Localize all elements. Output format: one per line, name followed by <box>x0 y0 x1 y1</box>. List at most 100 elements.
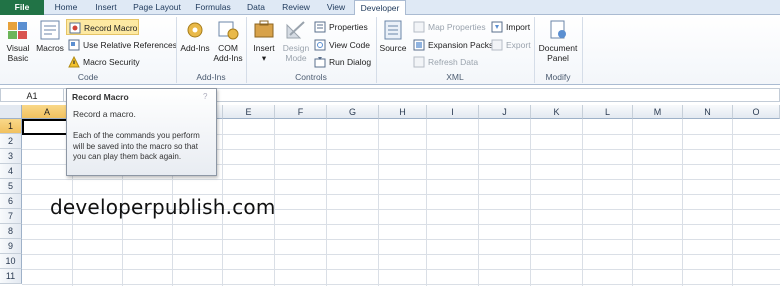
document-panel-button[interactable]: Document Panel <box>536 17 580 63</box>
name-box[interactable]: A1 <box>0 88 64 102</box>
column-header[interactable]: F <box>275 105 327 119</box>
row-header[interactable]: 6 <box>0 194 22 209</box>
grid-line <box>22 254 780 255</box>
map-properties-button[interactable]: Map Properties <box>413 19 486 35</box>
tab-insert[interactable]: Insert <box>88 0 124 15</box>
column-header[interactable]: J <box>479 105 531 119</box>
tab-developer[interactable]: Developer <box>354 0 406 16</box>
toolbox-icon <box>254 20 274 38</box>
row-header[interactable]: 11 <box>0 269 22 284</box>
column-header[interactable]: G <box>327 105 379 119</box>
import-icon <box>491 21 503 33</box>
view-code-label: View Code <box>329 40 370 50</box>
grid-line <box>22 269 780 270</box>
help-icon: ? <box>203 92 208 101</box>
row-header[interactable]: 4 <box>0 164 22 179</box>
watermark-text: developerpublish.com <box>50 195 276 219</box>
grid-line <box>582 119 583 286</box>
record-macro-tooltip: Record Macro ? Record a macro. Each of t… <box>66 88 217 176</box>
column-header[interactable]: I <box>427 105 479 119</box>
grid-line <box>22 224 780 225</box>
warning-icon <box>68 55 80 68</box>
import-label: Import <box>506 22 531 32</box>
macros-button[interactable]: Macros <box>34 17 66 53</box>
visual-basic-label: Visual Basic <box>6 43 30 63</box>
properties-button[interactable]: Properties <box>314 19 368 35</box>
column-header[interactable]: L <box>583 105 633 119</box>
add-ins-group-label: Add-Ins <box>196 72 226 82</box>
tab-data[interactable]: Data <box>240 0 272 15</box>
export-button[interactable]: Export <box>491 37 531 53</box>
row-header[interactable]: 8 <box>0 224 22 239</box>
column-header[interactable]: H <box>379 105 427 119</box>
com-add-ins-label: COM Add-Ins <box>213 43 243 63</box>
run-dialog-button[interactable]: Run Dialog <box>314 54 371 70</box>
column-header[interactable]: K <box>531 105 583 119</box>
expansion-packs-icon <box>413 39 425 51</box>
row-header[interactable]: 3 <box>0 149 22 164</box>
tab-file[interactable]: File <box>0 0 44 15</box>
design-mode-button[interactable]: Design Mode <box>281 17 311 63</box>
grid-line <box>22 179 780 180</box>
row-header[interactable]: 1 <box>0 119 22 134</box>
map-properties-label: Map Properties <box>428 22 486 32</box>
properties-label: Properties <box>329 22 368 32</box>
row-header[interactable]: 2 <box>0 134 22 149</box>
import-button[interactable]: Import <box>491 19 530 35</box>
use-relative-references-button[interactable]: Use Relative References <box>68 37 177 53</box>
row-header[interactable]: 5 <box>0 179 22 194</box>
insert-control-button[interactable]: Insert ▾ <box>249 17 279 63</box>
macro-security-label: Macro Security <box>83 57 140 67</box>
add-ins-icon <box>187 22 203 38</box>
grid-line <box>478 119 479 286</box>
run-dialog-icon <box>314 56 326 68</box>
tab-home[interactable]: Home <box>48 0 84 15</box>
code-group-label: Code <box>77 72 99 82</box>
group-separator <box>582 17 583 83</box>
column-header[interactable]: O <box>733 105 780 119</box>
map-properties-icon <box>413 21 425 33</box>
grid-line <box>326 119 327 286</box>
tooltip-description: Each of the commands you perform will be… <box>73 131 200 161</box>
modify-group-label: Modify <box>545 72 571 82</box>
tab-page-layout[interactable]: Page Layout <box>128 0 186 15</box>
dropdown-arrow-icon: ▾ <box>261 53 267 63</box>
grid-line <box>378 119 379 286</box>
expansion-packs-button[interactable]: Expansion Packs <box>413 37 493 53</box>
row-header[interactable]: 7 <box>0 209 22 224</box>
grid-line <box>22 239 780 240</box>
column-header[interactable]: M <box>633 105 683 119</box>
refresh-data-button[interactable]: Refresh Data <box>413 54 478 70</box>
ribbon: Visual Basic Macros Record Macro Use Rel… <box>0 15 780 85</box>
refresh-data-label: Refresh Data <box>428 57 479 67</box>
refresh-icon <box>413 56 425 68</box>
column-header[interactable]: E <box>223 105 275 119</box>
macros-label: Macros <box>36 43 64 53</box>
insert-control-label: Insert <box>253 43 275 53</box>
tab-view[interactable]: View <box>320 0 352 15</box>
relative-references-icon <box>68 39 80 51</box>
design-mode-label: Design Mode <box>282 43 310 63</box>
grid-line <box>22 284 780 285</box>
visual-basic-icon <box>8 22 27 39</box>
record-macro-label: Record Macro <box>84 23 138 33</box>
com-add-ins-button[interactable]: COM Add-Ins <box>213 17 243 63</box>
add-ins-button[interactable]: Add-Ins <box>178 17 212 53</box>
expansion-packs-label: Expansion Packs <box>428 40 494 50</box>
tab-review[interactable]: Review <box>276 0 316 15</box>
visual-basic-button[interactable]: Visual Basic <box>3 17 33 63</box>
source-button[interactable]: Source <box>378 17 408 53</box>
select-all-corner[interactable] <box>0 105 22 119</box>
macro-security-button[interactable]: Macro Security <box>68 54 140 70</box>
row-header[interactable]: 9 <box>0 239 22 254</box>
tooltip-title: Record Macro <box>72 92 129 102</box>
record-macro-button[interactable]: Record Macro <box>66 19 139 35</box>
properties-icon <box>314 21 326 33</box>
tab-formulas[interactable]: Formulas <box>190 0 236 15</box>
add-ins-label: Add-Ins <box>180 43 210 53</box>
document-panel-icon <box>550 20 566 39</box>
use-relative-references-label: Use Relative References <box>83 40 178 50</box>
row-header[interactable]: 10 <box>0 254 22 269</box>
view-code-button[interactable]: View Code <box>314 37 370 53</box>
column-header[interactable]: N <box>683 105 733 119</box>
